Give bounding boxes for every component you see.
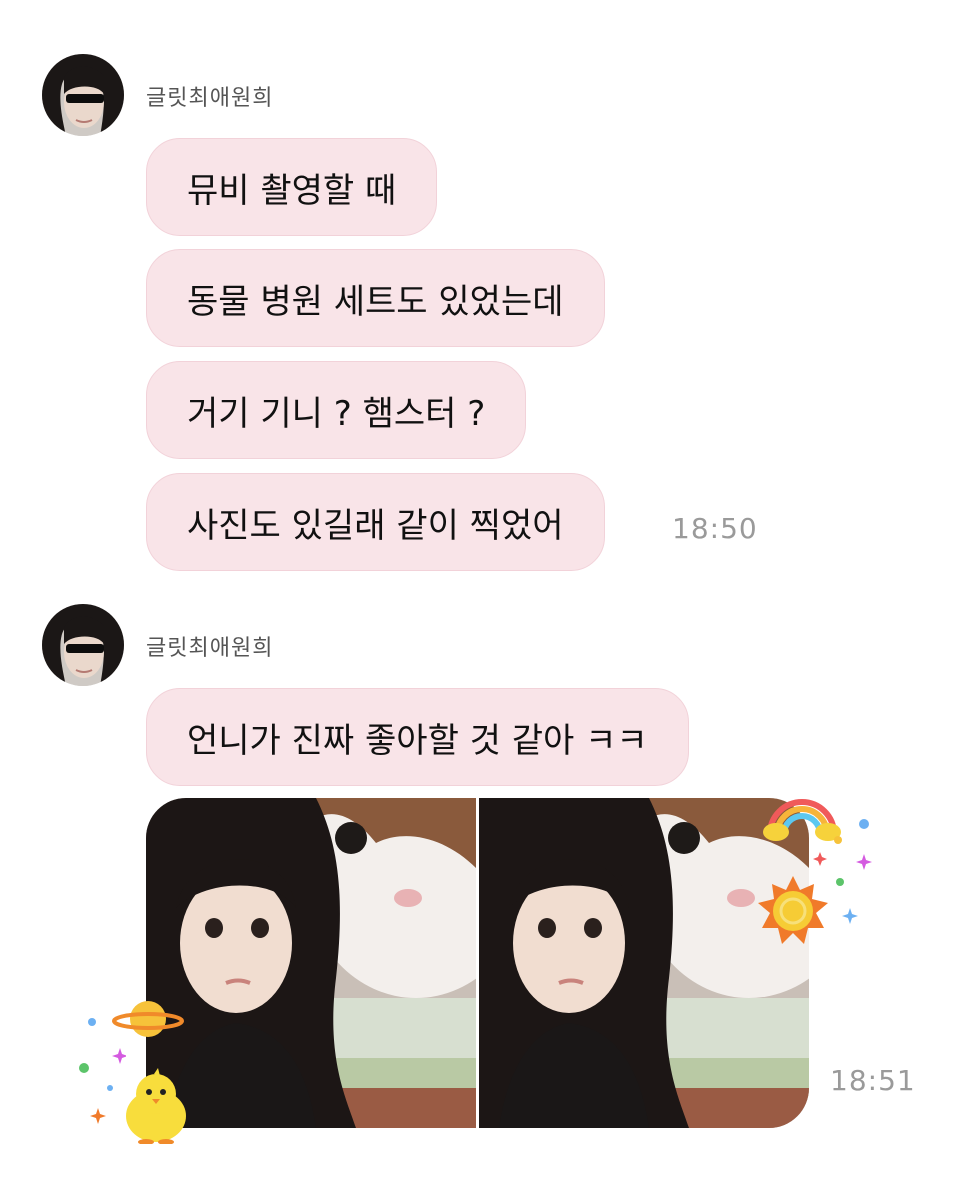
- message-bubble[interactable]: 뮤비 촬영할 때: [146, 138, 438, 236]
- sparkle-stickers-icon: [812, 816, 882, 930]
- sender-name: 글릿최애원희: [146, 636, 274, 661]
- sparkle-stickers-icon: [76, 1012, 128, 1136]
- message-bubble[interactable]: 거기 기니 ? 햄스터 ?: [146, 361, 527, 459]
- message-bubble[interactable]: 언니가 진짜 좋아할 것 같아 ㅋㅋ: [146, 688, 689, 786]
- photo-message-2[interactable]: [479, 798, 809, 1128]
- chick-sticker-icon: [120, 1068, 190, 1148]
- message-timestamp: 18:50: [672, 512, 758, 545]
- sender-avatar[interactable]: [42, 54, 124, 136]
- message-timestamp: 18:51: [830, 1064, 916, 1097]
- message-bubble[interactable]: 동물 병원 세트도 있었는데: [146, 249, 605, 347]
- sender-avatar[interactable]: [42, 604, 124, 686]
- photo-message-1[interactable]: [146, 798, 476, 1128]
- message-bubble[interactable]: 사진도 있길래 같이 찍었어: [146, 473, 605, 571]
- sender-name: 글릿최애원희: [146, 86, 274, 111]
